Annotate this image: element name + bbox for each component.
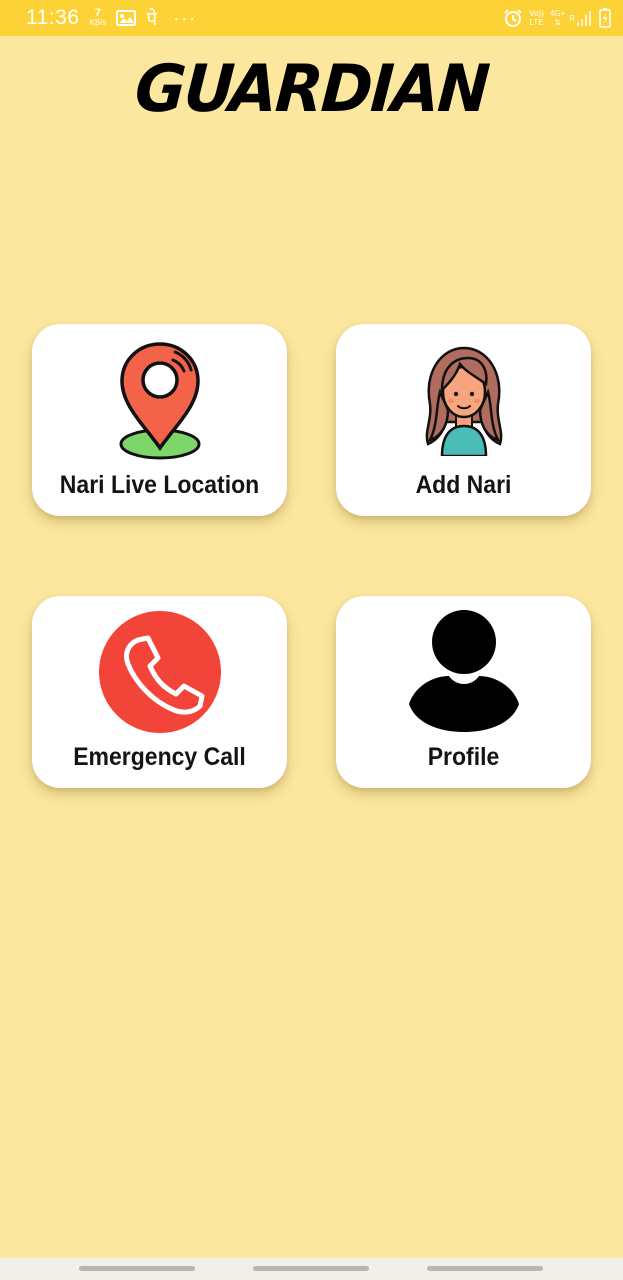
alarm-icon bbox=[503, 8, 523, 28]
app-title: GUARDIAN bbox=[132, 50, 491, 127]
signal-icon bbox=[577, 10, 591, 26]
network-speed: 7 KB/s bbox=[89, 7, 107, 28]
nav-back-button[interactable] bbox=[427, 1266, 543, 1271]
woman-avatar-icon bbox=[336, 344, 591, 456]
status-time: 11:36 bbox=[26, 6, 80, 29]
network-type: 4G+ bbox=[549, 9, 566, 18]
status-right-group: Vo)) LTE 4G+ ⇅ R bbox=[493, 8, 611, 28]
nav-recent-button[interactable] bbox=[79, 1266, 195, 1271]
nari-live-location-label: Nari Live Location bbox=[59, 471, 260, 499]
system-navigation-bar bbox=[0, 1258, 623, 1280]
person-icon bbox=[336, 610, 591, 734]
gallery-icon bbox=[116, 9, 137, 27]
phone-icon bbox=[32, 610, 287, 734]
add-nari-card[interactable]: Add Nari bbox=[336, 324, 591, 516]
emergency-call-card[interactable]: Emergency Call bbox=[32, 596, 287, 788]
network-speed-unit: KB/s bbox=[89, 18, 107, 27]
battery-icon bbox=[599, 8, 611, 28]
volte-bottom: LTE bbox=[529, 18, 544, 27]
location-pin-icon bbox=[32, 340, 287, 462]
roaming-indicator: R bbox=[569, 14, 575, 23]
data-arrows-icon: ⇅ bbox=[554, 18, 561, 27]
volte-indicator: Vo)) LTE bbox=[529, 9, 544, 27]
status-bar: 11:36 7 KB/s पे ··· Vo)) LTE 4G+ ⇅ R bbox=[0, 0, 623, 36]
volte-top: Vo)) bbox=[529, 9, 544, 18]
profile-label: Profile bbox=[427, 743, 500, 771]
roaming-label: R bbox=[569, 13, 575, 23]
add-nari-label: Add Nari bbox=[415, 471, 512, 499]
profile-card[interactable]: Profile bbox=[336, 596, 591, 788]
more-notifications-icon: ··· bbox=[173, 7, 198, 28]
nav-home-button[interactable] bbox=[253, 1266, 369, 1271]
network-type-indicator: 4G+ ⇅ bbox=[550, 9, 565, 27]
emergency-call-label: Emergency Call bbox=[73, 743, 246, 771]
notification-hindi-icon: पे bbox=[146, 8, 158, 30]
nari-live-location-card[interactable]: Nari Live Location bbox=[32, 324, 287, 516]
network-speed-value: 7 bbox=[94, 7, 102, 19]
